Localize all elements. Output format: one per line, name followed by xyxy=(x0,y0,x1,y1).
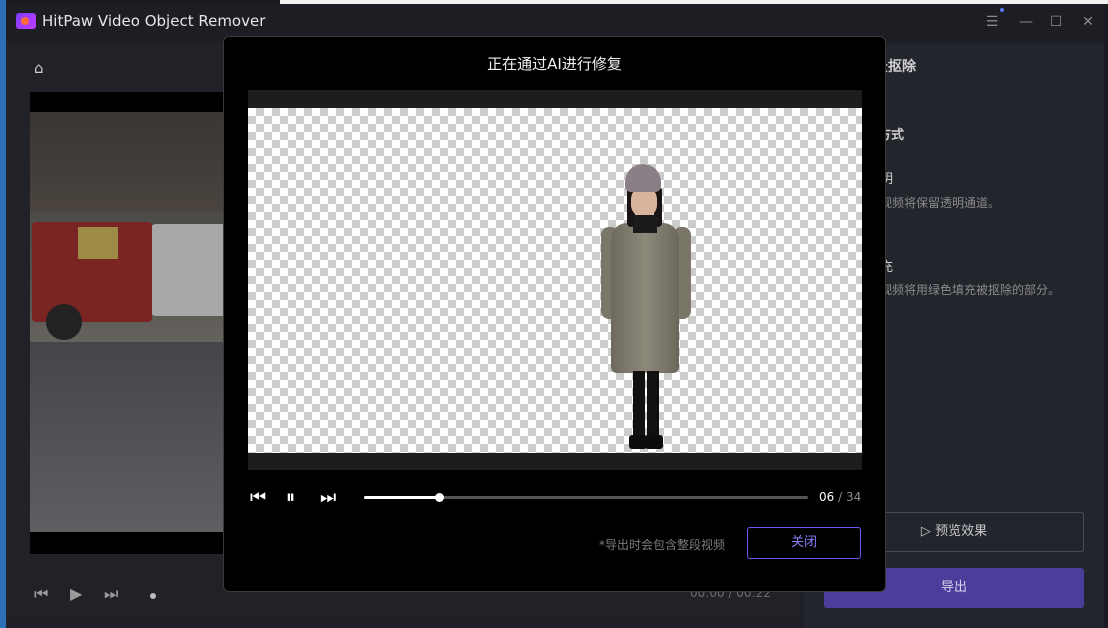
step-back-icon[interactable]: ⏮ xyxy=(34,584,48,604)
export-note: *导出时会包含整段视频 xyxy=(599,538,726,552)
scene-trees xyxy=(30,112,230,212)
app-title: HitPaw Video Object Remover xyxy=(42,12,266,30)
app-logo-icon xyxy=(16,13,36,29)
person-hat xyxy=(625,164,661,192)
progress-fill xyxy=(364,496,439,499)
transparent-preview xyxy=(248,108,862,453)
person-right-boot xyxy=(645,435,663,449)
person-left-leg xyxy=(633,371,645,439)
scene-white-truck xyxy=(150,224,230,316)
title-bar: HitPaw Video Object Remover ☰ — ☐ ✕ xyxy=(6,4,1104,40)
minimize-icon[interactable]: — xyxy=(1016,12,1036,32)
frame-current: 06 xyxy=(819,490,835,504)
step-forward-icon[interactable]: ⏭ xyxy=(320,488,336,508)
preview-label: 预览效果 xyxy=(935,524,988,539)
scene-truck-window xyxy=(78,227,118,259)
play-icon[interactable]: ▶ xyxy=(70,584,82,603)
frame-counter: 06 / 34 xyxy=(819,490,861,504)
scene-road xyxy=(30,342,230,532)
option-green-desc: 视频将用绿色填充被抠除的部分。 xyxy=(880,283,1061,297)
maximize-icon[interactable]: ☐ xyxy=(1046,12,1066,32)
close-button[interactable]: 关闭 xyxy=(747,527,861,559)
home-icon[interactable]: ⌂ xyxy=(34,60,50,76)
person-coat xyxy=(611,223,679,373)
timeline-scrubber[interactable] xyxy=(150,593,156,599)
pause-icon[interactable]: ⏸ xyxy=(286,488,295,508)
person-scarf xyxy=(633,215,657,233)
frame-total: 34 xyxy=(845,490,862,504)
dialog-title: 正在通过AI进行修复 xyxy=(487,55,622,73)
option-transparent-desc: 视频将保留透明通道。 xyxy=(880,196,1001,210)
progress-handle[interactable] xyxy=(435,493,444,502)
step-back-icon[interactable]: ⏮ xyxy=(250,488,266,508)
video-frame xyxy=(30,112,230,532)
step-forward-icon[interactable]: ⏭ xyxy=(104,584,118,604)
menu-icon[interactable]: ☰ xyxy=(982,12,1002,32)
play-outline-icon: ▷ xyxy=(920,524,936,539)
person-right-leg xyxy=(647,371,659,439)
scene-truck-wheel xyxy=(46,304,82,340)
frame-separator: / xyxy=(838,490,843,504)
close-icon[interactable]: ✕ xyxy=(1078,12,1098,32)
ai-repair-dialog: 正在通过AI进行修复 ⏮ ⏸ ⏭ 06 / 34 *导出时会包含整段视频 关闭 xyxy=(223,36,886,592)
